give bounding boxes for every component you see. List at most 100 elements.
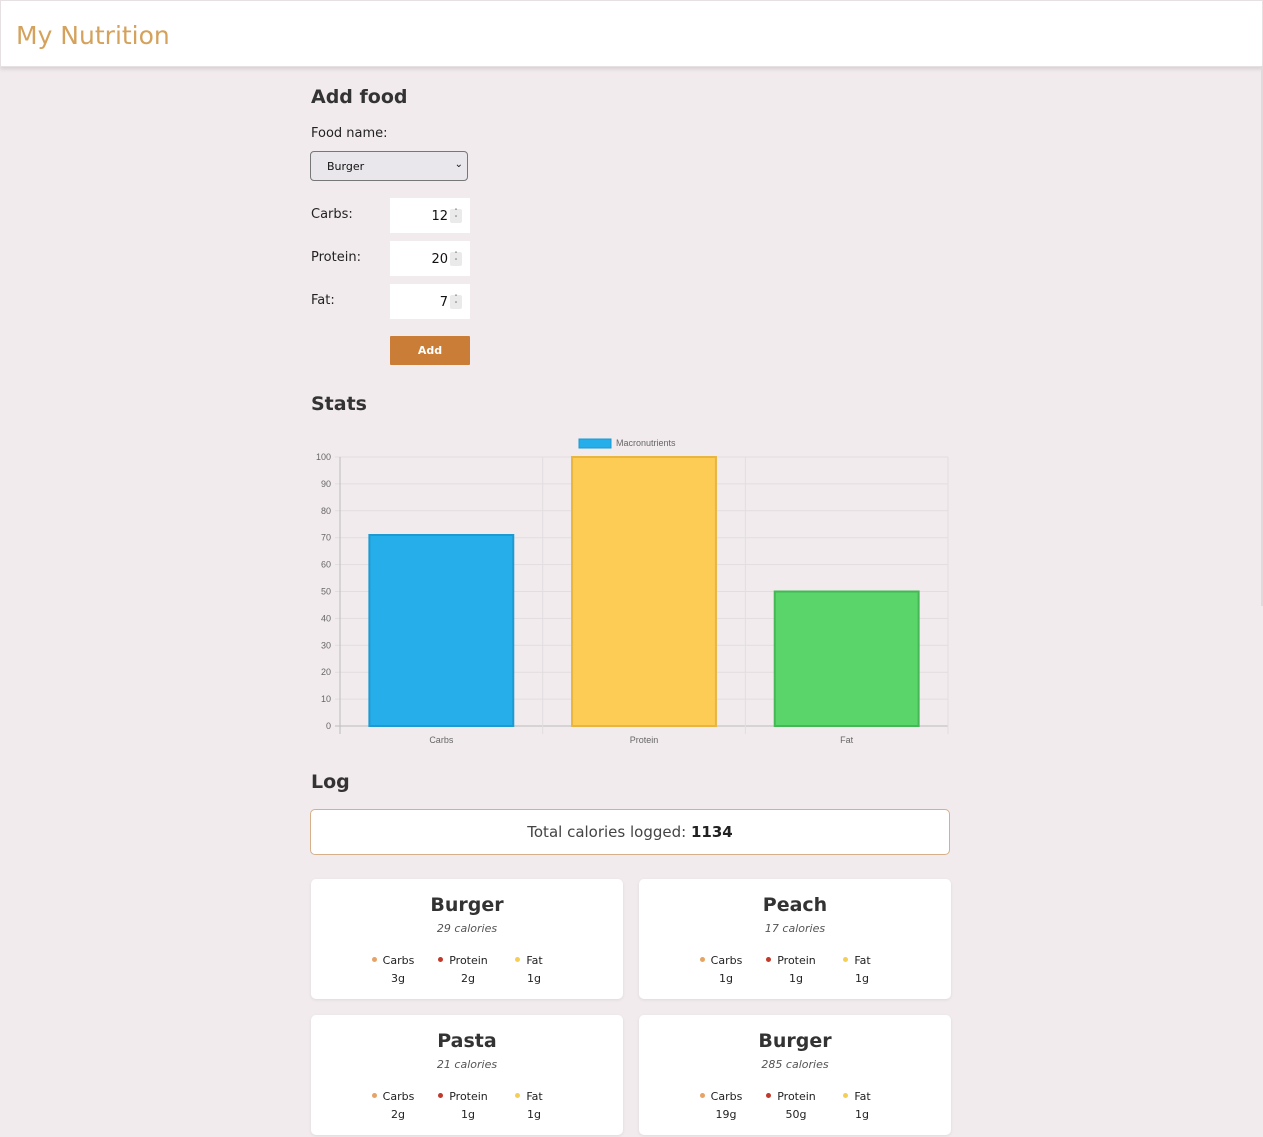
add-food-heading: Add food xyxy=(311,86,408,108)
chevron-down-icon: ⌄ xyxy=(454,159,463,170)
carbs-stepper[interactable]: ˄ ˅ xyxy=(450,209,462,223)
carbs-dot-icon xyxy=(371,1093,377,1098)
carbs-dot-icon xyxy=(699,957,705,962)
macro-amount: 1g xyxy=(789,972,803,985)
macro-label: Fat xyxy=(854,1090,871,1103)
macro-carbs: Carbs 19g xyxy=(691,1090,751,1121)
macro-label: Fat xyxy=(854,954,871,967)
protein-dot-icon xyxy=(766,1093,772,1098)
bar-protein xyxy=(571,456,717,727)
food-name-label: Food name: xyxy=(311,126,388,141)
total-calories-label: Total calories logged: xyxy=(527,823,687,841)
macro-protein: Protein 2g xyxy=(433,954,493,985)
macro-label: Protein xyxy=(777,954,816,967)
macro-label: Fat xyxy=(526,954,543,967)
macro-amount: 2g xyxy=(391,1108,405,1121)
food-name-select[interactable]: Burger ⌄ xyxy=(310,151,468,181)
fat-input-value: 7 xyxy=(439,295,448,310)
y-tick-label: 0 xyxy=(326,721,331,731)
protein-stepper[interactable]: ˄ ˅ xyxy=(450,252,462,266)
macro-amount: 19g xyxy=(715,1108,737,1121)
carbs-input-value: 12 xyxy=(431,209,448,224)
macronutrients-bar-chart: Macronutrients 0 10 20 30 40 50 60 70 80 90 100 Carb… xyxy=(316,438,949,745)
log-entry-name: Pasta xyxy=(437,1030,497,1052)
fat-stepper[interactable]: ˄ ˅ xyxy=(450,295,462,309)
carbs-dot-icon xyxy=(699,1093,705,1098)
macro-amount: 1g xyxy=(719,972,733,985)
legend-swatch xyxy=(578,438,612,449)
log-entry-card: Burger 29 calories Carbs 3g Protein 2g Fat 1g xyxy=(311,879,623,999)
macro-protein: Protein 1g xyxy=(433,1090,493,1121)
macro-label: Carbs xyxy=(710,954,743,967)
app-title: My Nutrition xyxy=(16,21,170,50)
fat-input[interactable]: 7 ˄ ˅ xyxy=(390,284,470,319)
log-entry-name: Burger xyxy=(430,894,504,916)
carbs-dot-icon xyxy=(371,957,377,962)
add-button[interactable]: Add xyxy=(390,336,470,365)
log-entry-card: Pasta 21 calories Carbs 2g Protein 1g Fat 1g xyxy=(311,1015,623,1135)
macro-label: Protein xyxy=(449,954,488,967)
y-tick-label: 30 xyxy=(321,640,331,650)
macro-fat: Fat 1g xyxy=(827,1090,887,1121)
log-entry-calories: 17 calories xyxy=(764,922,826,935)
total-calories-box: Total calories logged: 1134 xyxy=(310,809,950,855)
fat-dot-icon xyxy=(515,1093,521,1098)
macro-label: Carbs xyxy=(710,1090,743,1103)
y-tick-label: 20 xyxy=(321,667,331,677)
macro-amount: 50g xyxy=(785,1108,807,1121)
macro-amount: 1g xyxy=(527,1108,541,1121)
y-tick-label: 40 xyxy=(321,613,331,623)
macro-amount: 3g xyxy=(391,972,405,985)
log-entry-name: Burger xyxy=(758,1030,832,1052)
macro-label: Fat xyxy=(526,1090,543,1103)
macro-fat: Fat 1g xyxy=(827,954,887,985)
macro-carbs: Carbs 1g xyxy=(691,954,751,985)
protein-label: Protein: xyxy=(311,250,361,265)
macro-amount: 1g xyxy=(527,972,541,985)
macro-protein: Protein 50g xyxy=(761,1090,821,1121)
x-tick-label: Carbs xyxy=(429,735,454,745)
log-entry-card: Peach 17 calories Carbs 1g Protein 1g Fat 1g xyxy=(639,879,951,999)
fat-dot-icon xyxy=(843,1093,849,1098)
x-tick-label: Fat xyxy=(840,735,854,745)
food-name-select-value: Burger xyxy=(327,160,365,173)
macro-amount: 1g xyxy=(461,1108,475,1121)
protein-dot-icon xyxy=(438,957,444,962)
legend-label: Macronutrients xyxy=(616,438,676,448)
carbs-label: Carbs: xyxy=(311,207,353,222)
y-tick-label: 100 xyxy=(316,452,331,462)
macro-amount: 2g xyxy=(461,972,475,985)
macro-amount: 1g xyxy=(855,972,869,985)
bar-carbs xyxy=(368,534,515,728)
macro-protein: Protein 1g xyxy=(761,954,821,985)
stats-heading: Stats xyxy=(311,393,367,415)
y-tick-label: 80 xyxy=(321,506,331,516)
fat-label: Fat: xyxy=(311,293,335,308)
macro-fat: Fat 1g xyxy=(499,954,559,985)
log-entry-calories: 29 calories xyxy=(436,922,498,935)
protein-dot-icon xyxy=(766,957,772,962)
protein-input-value: 20 xyxy=(431,252,448,267)
fat-dot-icon xyxy=(515,957,521,962)
macro-fat: Fat 1g xyxy=(499,1090,559,1121)
y-tick-label: 50 xyxy=(321,587,331,597)
log-entry-calories: 21 calories xyxy=(436,1058,498,1071)
fat-dot-icon xyxy=(843,957,849,962)
macro-label: Carbs xyxy=(382,1090,415,1103)
macro-label: Protein xyxy=(777,1090,816,1103)
y-tick-label: 70 xyxy=(321,533,331,543)
log-heading: Log xyxy=(311,771,350,793)
macro-carbs: Carbs 2g xyxy=(363,1090,423,1121)
macro-amount: 1g xyxy=(855,1108,869,1121)
carbs-input[interactable]: 12 ˄ ˅ xyxy=(390,198,470,233)
log-entry-name: Peach xyxy=(762,894,828,916)
log-entry-calories: 285 calories xyxy=(761,1058,829,1071)
x-tick-label: Protein xyxy=(630,735,659,745)
macro-label: Carbs xyxy=(382,954,415,967)
protein-input[interactable]: 20 ˄ ˅ xyxy=(390,241,470,276)
bar-fat xyxy=(773,590,920,727)
app-header: My Nutrition xyxy=(0,0,1263,67)
macro-label: Protein xyxy=(449,1090,488,1103)
y-tick-label: 60 xyxy=(321,560,331,570)
y-tick-label: 10 xyxy=(321,694,331,704)
